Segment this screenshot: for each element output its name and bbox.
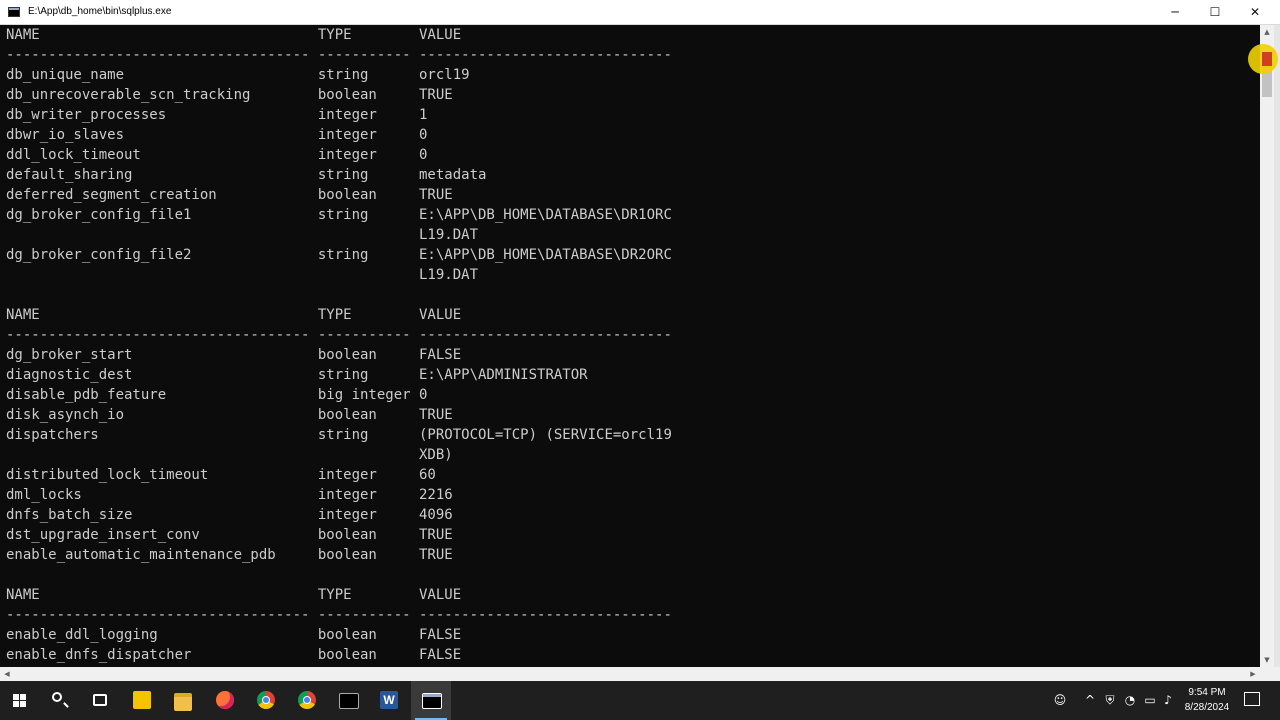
console-line: distributed_lock_timeout integer 60 [6,467,436,483]
action-center-icon[interactable] [1244,692,1260,706]
chrome-icon [257,691,275,709]
console-line: dg_broker_config_file2 string E:\APP\DB_… [6,247,672,263]
console-line: enable_ddl_logging boolean FALSE [6,627,462,643]
word-icon: W [380,691,398,709]
scroll-right-arrow-icon[interactable]: ▶ [1246,667,1260,681]
chrome-button[interactable] [246,681,286,720]
word-button[interactable]: W [369,681,409,720]
console-line: ddl_lock_timeout integer 0 [6,147,428,163]
chrome-profile-button[interactable] [287,681,327,720]
scroll-up-arrow-icon[interactable]: ▲ [1260,25,1274,39]
windows-logo-icon [13,694,27,708]
firefox-icon [216,691,234,709]
console-line: dispatchers string (PROTOCOL=TCP) (SERVI… [6,427,672,443]
console-line: dml_locks integer 2216 [6,487,453,503]
console-line: L19.DAT [6,227,479,243]
security-shield-icon[interactable]: ⛨ [1100,681,1120,720]
console-line: default_sharing string metadata [6,167,487,183]
console-line: NAME TYPE VALUE [6,27,462,43]
start-button[interactable] [0,681,40,720]
network-icon[interactable]: ◔ [1120,681,1140,720]
sqlplus-icon [422,693,442,709]
console-line: L19.DAT [6,267,479,283]
console-line: enable_dnfs_dispatcher boolean FALSE [6,647,462,663]
console-line: deferred_segment_creation boolean TRUE [6,187,453,203]
terminal-icon [339,693,359,709]
clock-date: 8/28/2024 [1184,702,1230,713]
folder-icon [174,693,192,711]
console-line: disable_pdb_feature big integer 0 [6,387,428,403]
sqlplus-button[interactable] [411,681,451,720]
console-line: dg_broker_start boolean FALSE [6,347,462,363]
sticky-notes-button[interactable] [122,681,162,720]
volume-icon[interactable]: ♪ [1158,681,1178,720]
command-prompt-button[interactable] [328,681,368,720]
sqlplus-app-icon [8,7,20,17]
console-line: db_unique_name string orcl19 [6,67,470,83]
people-icon[interactable]: ☺ [1050,681,1070,720]
battery-icon[interactable]: ▭ [1140,681,1160,720]
console-line: dnfs_batch_size integer 4096 [6,507,453,523]
console-line: dg_broker_config_file1 string E:\APP\DB_… [6,207,672,223]
show-hidden-icons-chevron-icon[interactable]: ^ [1080,681,1100,720]
console-line: ------------------------------------ ---… [6,47,672,63]
scroll-down-arrow-icon[interactable]: ▼ [1260,653,1274,667]
console-line: dbwr_io_slaves integer 0 [6,127,428,143]
console-line: ------------------------------------ ---… [6,327,672,343]
console-line: enable_automatic_maintenance_pdb boolean… [6,547,453,563]
system-clock[interactable]: 9:54 PM 8/28/2024 [1176,685,1238,715]
console-line: dst_upgrade_insert_conv boolean TRUE [6,527,453,543]
scrollbar-corner [1260,667,1280,681]
console-line: disk_asynch_io boolean TRUE [6,407,453,423]
sticky-notes-icon [133,691,151,709]
console-line: db_unrecoverable_scn_tracking boolean TR… [6,87,453,103]
task-view-icon [93,694,107,706]
search-icon [52,692,62,702]
clock-time: 9:54 PM [1188,687,1226,698]
console-line: ------------------------------------ ---… [6,607,672,623]
horizontal-scrollbar[interactable]: ◀ ▶ [0,667,1260,681]
mouse-cursor-icon [1262,52,1272,66]
console-line: diagnostic_dest string E:\APP\ADMINISTRA… [6,367,588,383]
scroll-left-arrow-icon[interactable]: ◀ [0,667,14,681]
console-line: NAME TYPE VALUE [6,307,462,323]
close-button[interactable]: ✕ [1232,0,1278,25]
window-right-edge [1274,25,1280,667]
console-output[interactable]: NAME TYPE VALUE -------------------------… [0,25,1260,667]
vertical-scrollbar[interactable]: ▲ ▼ [1260,25,1274,667]
task-view-button[interactable] [80,681,120,720]
console-line: XDB) [6,447,453,463]
console-line: db_writer_processes integer 1 [6,107,428,123]
firefox-button[interactable] [205,681,245,720]
title-bar[interactable]: E:\App\db_home\bin\sqlplus.exe ─ ☐ ✕ [0,0,1280,25]
window-title: E:\App\db_home\bin\sqlplus.exe [28,6,172,17]
search-button[interactable] [40,681,80,720]
file-explorer-button[interactable] [163,681,203,720]
console-line: NAME TYPE VALUE [6,587,462,603]
chrome-profile-icon [298,691,316,709]
